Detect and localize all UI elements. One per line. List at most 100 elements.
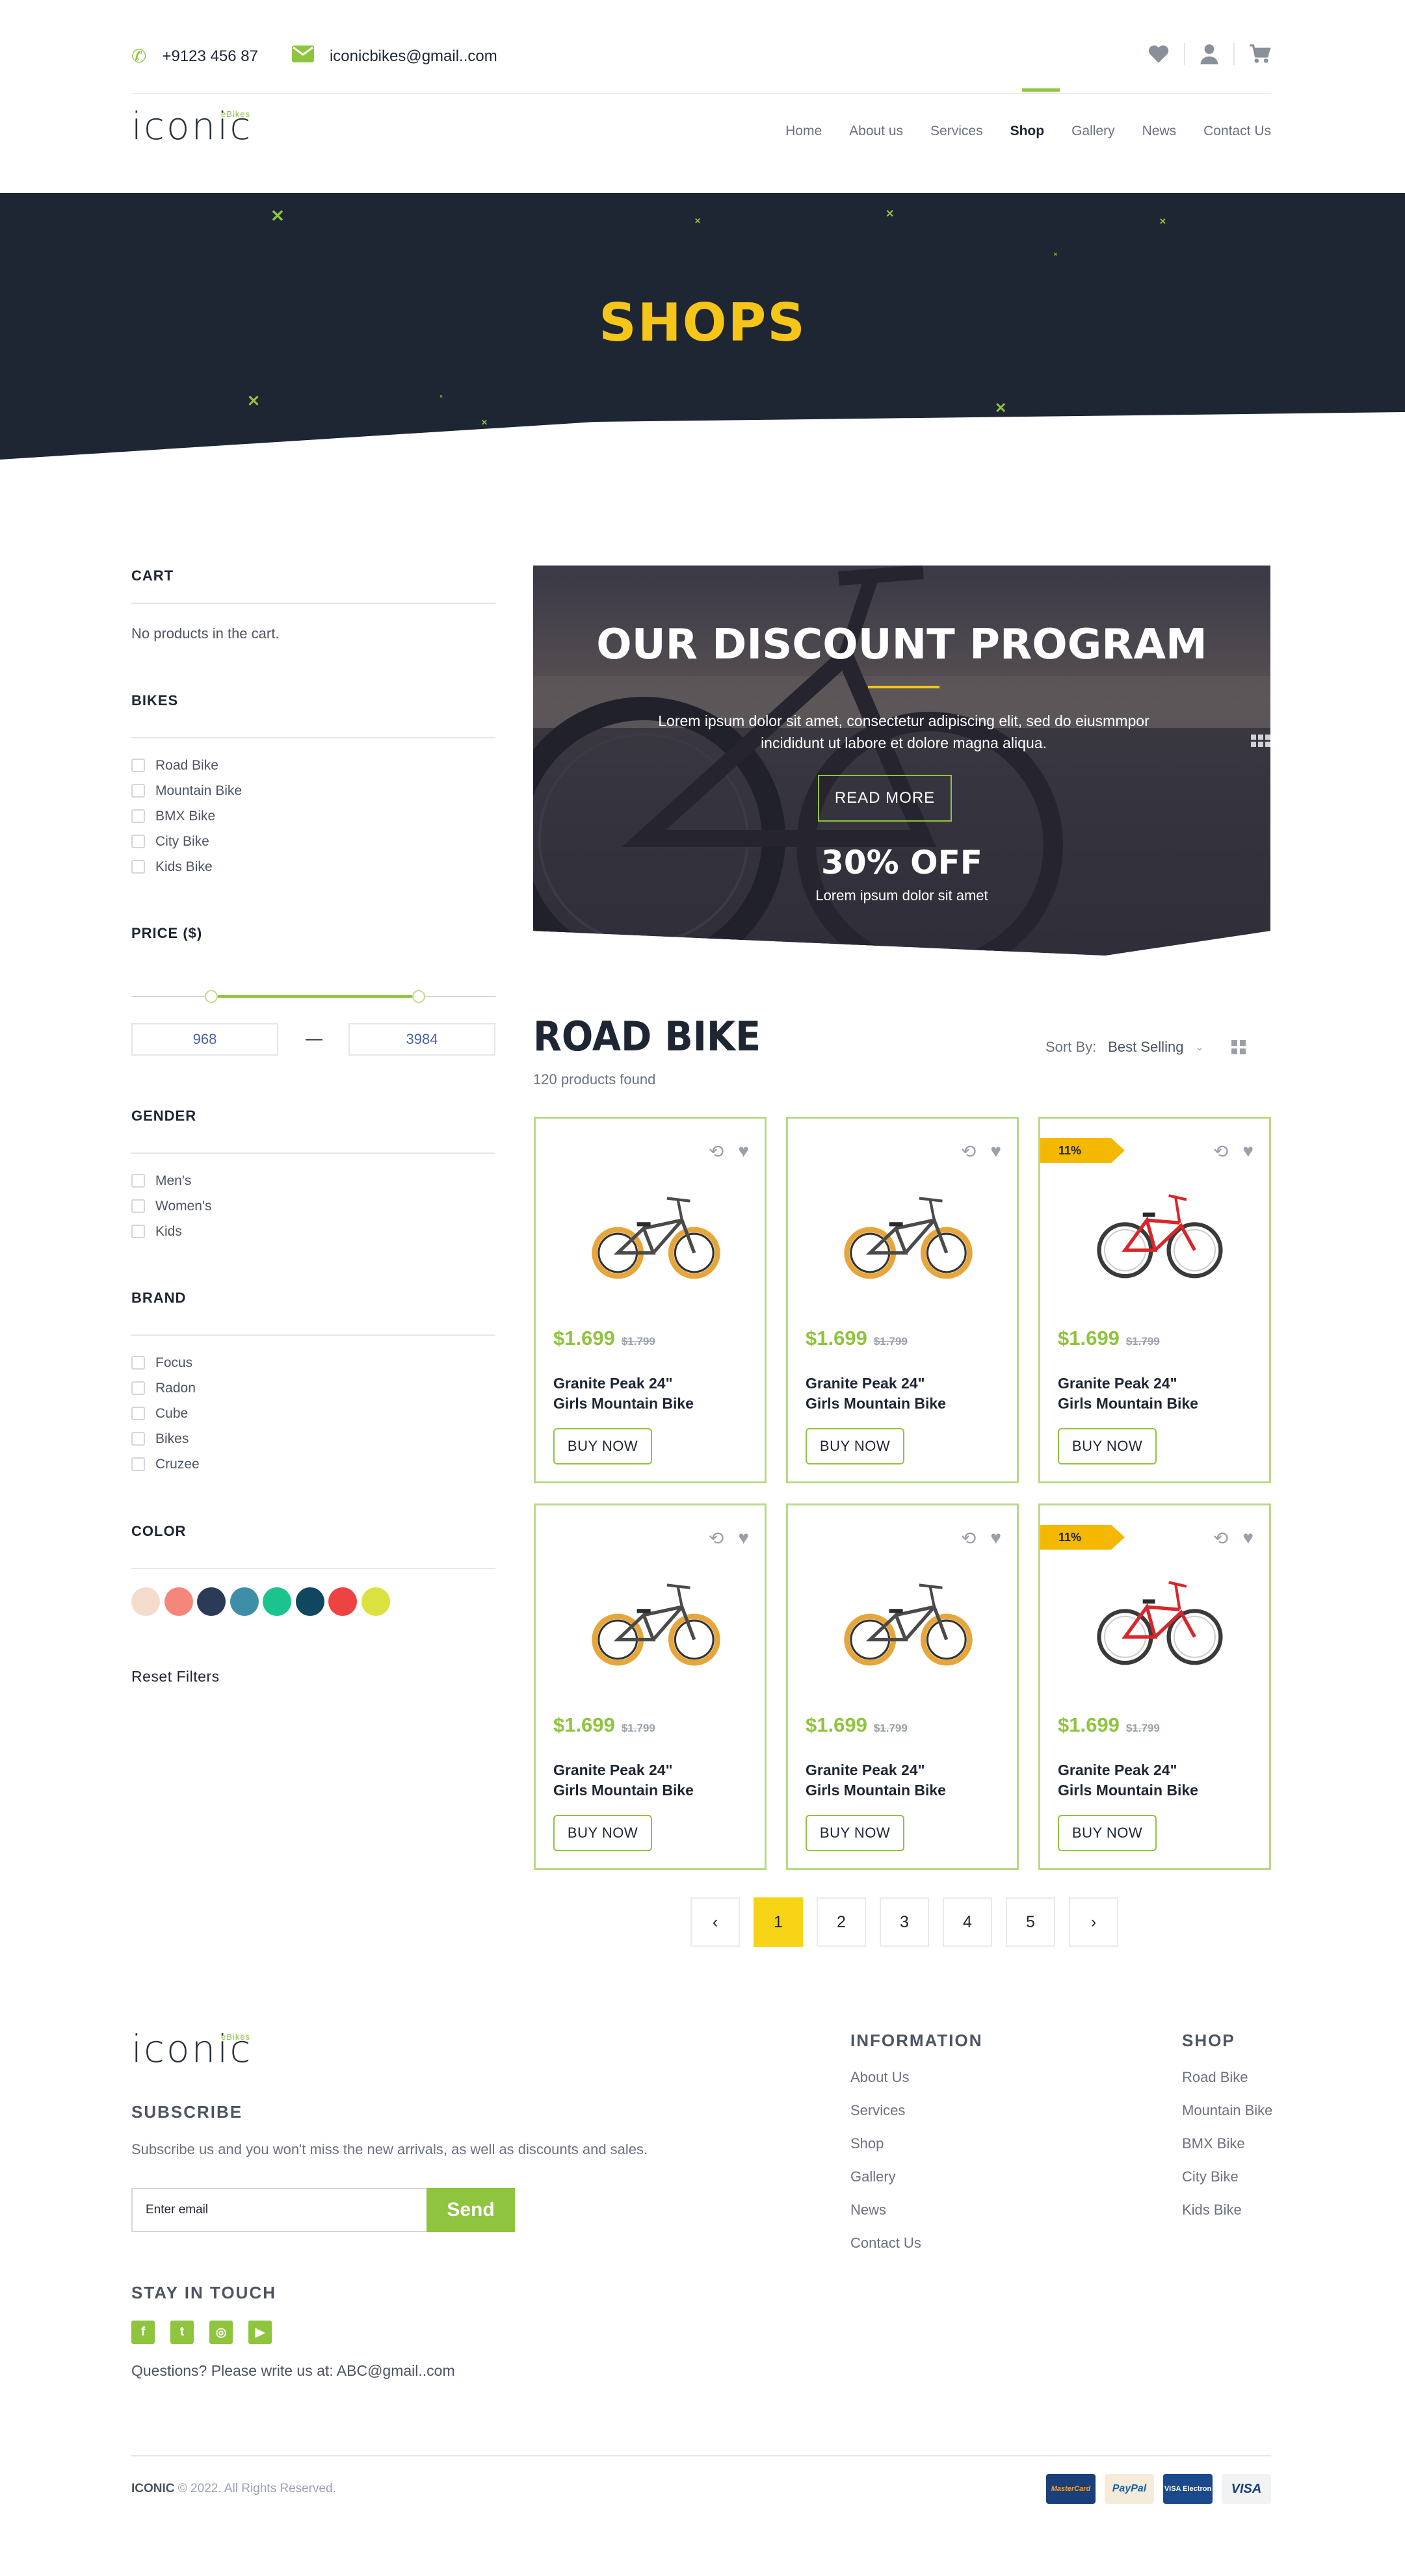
email-address[interactable]: iconicbikes@gmail..com	[330, 47, 497, 66]
checkbox[interactable]	[131, 835, 145, 848]
wishlist-heart-icon[interactable]: ♥	[738, 1141, 749, 1162]
checkbox[interactable]	[131, 784, 145, 798]
checkbox[interactable]	[131, 759, 145, 772]
footer-link-about[interactable]: About Us	[850, 2069, 921, 2102]
chevron-down-icon[interactable]: ⌄	[1195, 1041, 1203, 1054]
price-max-input[interactable]: 3984	[348, 1023, 495, 1056]
sort-select[interactable]: Best Selling	[1108, 1039, 1183, 1056]
footer-link-bmx-bike[interactable]: BMX Bike	[1182, 2135, 1272, 2168]
product-card[interactable]: ⟲ ♥ $1.699 $1.799 Granite Peak 24" Girls Moun…	[786, 1503, 1019, 1870]
product-image[interactable]	[840, 1570, 973, 1694]
product-image[interactable]	[1092, 1184, 1223, 1307]
nav-shop[interactable]: Shop	[1010, 124, 1045, 139]
buy-now-button[interactable]: BUY NOW	[806, 1815, 904, 1851]
footer-link-services[interactable]: Services	[850, 2102, 921, 2135]
product-name[interactable]: Granite Peak 24" Girls Mountain Bike	[1058, 1373, 1246, 1414]
filter-road-bike[interactable]: Road Bike	[131, 753, 242, 778]
checkbox[interactable]	[131, 1457, 145, 1471]
product-card[interactable]: ⟲ ♥ $1.699 $1.799 Granite Peak 24" Girls Moun…	[534, 1503, 767, 1870]
twitter-icon[interactable]: t	[170, 2321, 194, 2344]
wishlist-heart-icon[interactable]: ♥	[1242, 1528, 1254, 1549]
nav-home[interactable]: Home	[785, 124, 822, 139]
product-card[interactable]: 11% ⟲ ♥ $1.699 $1.799 Granite Peak 24" Girls M…	[1038, 1117, 1271, 1483]
grid-view-icon[interactable]	[1231, 1040, 1246, 1054]
color-swatch[interactable]	[361, 1587, 390, 1616]
product-image[interactable]	[588, 1570, 720, 1694]
pagination-prev[interactable]: ‹	[690, 1897, 740, 1947]
checkbox[interactable]	[131, 1407, 145, 1420]
product-name[interactable]: Granite Peak 24" Girls Mountain Bike	[1058, 1760, 1246, 1801]
buy-now-button[interactable]: BUY NOW	[553, 1428, 652, 1464]
page-3[interactable]: 3	[880, 1897, 929, 1947]
color-swatch[interactable]	[131, 1587, 160, 1616]
footer-link-shop[interactable]: Shop	[850, 2135, 921, 2168]
filter-men[interactable]: Men's	[131, 1168, 211, 1193]
compare-icon[interactable]: ⟲	[961, 1528, 976, 1549]
nav-about[interactable]: About us	[849, 124, 903, 139]
footer-link-road-bike[interactable]: Road Bike	[1182, 2069, 1272, 2102]
footer-link-city-bike[interactable]: City Bike	[1182, 2168, 1272, 2202]
filter-cube[interactable]: Cube	[131, 1401, 200, 1426]
buy-now-button[interactable]: BUY NOW	[1058, 1428, 1157, 1464]
wishlist-heart-icon[interactable]: ♥	[990, 1528, 1001, 1549]
filter-radon[interactable]: Radon	[131, 1375, 200, 1401]
filter-bikes[interactable]: Bikes	[131, 1426, 200, 1451]
buy-now-button[interactable]: BUY NOW	[553, 1815, 652, 1851]
footer-link-contact[interactable]: Contact Us	[850, 2235, 921, 2268]
product-name[interactable]: Granite Peak 24" Girls Mountain Bike	[553, 1760, 742, 1801]
page-1[interactable]: 1	[754, 1897, 803, 1947]
facebook-icon[interactable]: f	[131, 2321, 155, 2344]
compare-icon[interactable]: ⟲	[961, 1141, 976, 1162]
cart-icon[interactable]	[1249, 44, 1271, 64]
instagram-icon[interactable]: ◎	[209, 2321, 233, 2344]
compare-icon[interactable]: ⟲	[1213, 1528, 1228, 1549]
color-swatch[interactable]	[263, 1587, 291, 1616]
checkbox[interactable]	[131, 1225, 145, 1238]
compare-icon[interactable]: ⟲	[709, 1141, 724, 1162]
nav-gallery[interactable]: Gallery	[1071, 124, 1115, 139]
color-swatch[interactable]	[164, 1587, 193, 1616]
checkbox[interactable]	[131, 1432, 145, 1446]
color-swatch[interactable]	[230, 1587, 259, 1616]
filter-focus[interactable]: Focus	[131, 1350, 200, 1375]
price-min-input[interactable]: 968	[131, 1023, 278, 1056]
filter-bmx-bike[interactable]: BMX Bike	[131, 803, 242, 829]
filter-kids[interactable]: Kids	[131, 1219, 211, 1244]
color-swatch[interactable]	[328, 1587, 357, 1616]
youtube-icon[interactable]: ▶	[248, 2321, 272, 2344]
phone-number[interactable]: +9123 456 87	[162, 47, 257, 66]
checkbox[interactable]	[131, 860, 145, 874]
compare-icon[interactable]: ⟲	[1213, 1141, 1228, 1162]
wishlist-heart-icon[interactable]: ♥	[738, 1528, 749, 1549]
filter-cruzee[interactable]: Cruzee	[131, 1451, 200, 1477]
checkbox[interactable]	[131, 1356, 145, 1370]
buy-now-button[interactable]: BUY NOW	[1058, 1815, 1157, 1851]
checkbox[interactable]	[131, 809, 145, 823]
site-logo[interactable]: ICONIC eBikes	[131, 104, 252, 148]
checkbox[interactable]	[131, 1381, 145, 1395]
pagination-next[interactable]: ›	[1069, 1897, 1118, 1947]
product-card[interactable]: 11% ⟲ ♥ $1.699 $1.799 Granite Peak 24" Girls M…	[1038, 1503, 1271, 1870]
page-5[interactable]: 5	[1006, 1897, 1055, 1947]
reset-filters-link[interactable]: Reset Filters	[131, 1668, 220, 1685]
nav-news[interactable]: News	[1142, 124, 1177, 139]
nav-services[interactable]: Services	[930, 124, 983, 139]
read-more-button[interactable]: READ MORE	[818, 775, 952, 822]
compare-icon[interactable]: ⟲	[709, 1528, 724, 1549]
footer-link-gallery[interactable]: Gallery	[850, 2168, 921, 2202]
product-name[interactable]: Granite Peak 24" Girls Mountain Bike	[806, 1373, 994, 1414]
product-name[interactable]: Granite Peak 24" Girls Mountain Bike	[553, 1373, 742, 1414]
filter-kids-bike[interactable]: Kids Bike	[131, 854, 242, 879]
footer-link-kids-bike[interactable]: Kids Bike	[1182, 2202, 1272, 2235]
footer-link-mountain-bike[interactable]: Mountain Bike	[1182, 2102, 1272, 2135]
wishlist-heart-icon[interactable]	[1148, 44, 1170, 64]
color-swatch[interactable]	[295, 1587, 324, 1616]
product-card[interactable]: ⟲ ♥ $1.699 $1.799 Granite Peak 24" Girls Moun…	[786, 1117, 1019, 1483]
price-slider-min-handle[interactable]	[205, 990, 218, 1003]
nav-contact[interactable]: Contact Us	[1203, 124, 1271, 139]
product-card[interactable]: ⟲ ♥ $1.699 $1.799 Granite Peak 24" Girls Moun…	[534, 1117, 767, 1483]
filter-city-bike[interactable]: City Bike	[131, 829, 242, 854]
banner-dots-icon[interactable]	[1251, 735, 1270, 747]
color-swatch[interactable]	[197, 1587, 226, 1616]
subscribe-email-input[interactable]: Enter email	[131, 2188, 428, 2232]
